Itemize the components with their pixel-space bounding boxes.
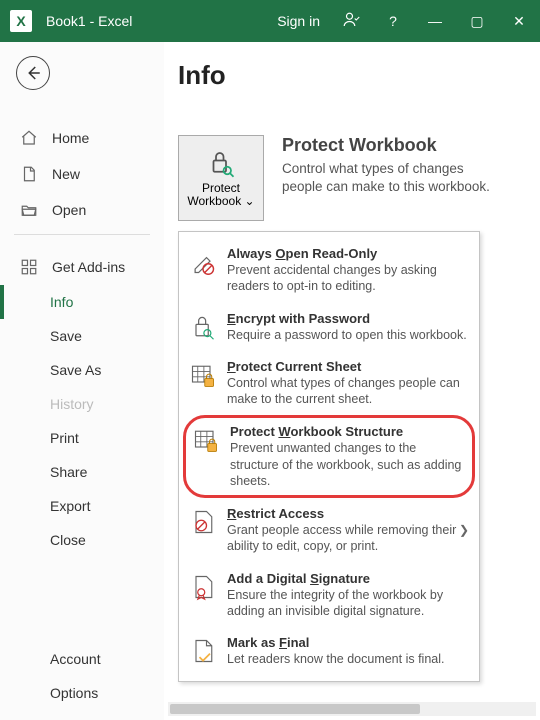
excel-app-icon: X [10, 10, 32, 32]
menu-item-desc: Grant people access while removing their… [227, 522, 469, 555]
protect-workbook-menu: Always Open Read-Only Prevent accidental… [178, 231, 480, 682]
restrict-access-icon [189, 506, 217, 538]
menu-item-title: Restrict Access [227, 506, 469, 521]
nav-save[interactable]: Save [0, 319, 164, 353]
menu-item-desc: Let readers know the document is final. [227, 651, 469, 667]
nav-label: Open [52, 202, 86, 218]
menu-item-desc: Control what types of changes people can… [227, 375, 469, 408]
nav-export[interactable]: Export [0, 489, 164, 523]
menu-add-digital-signature[interactable]: Add a Digital Signature Ensure the integ… [183, 563, 475, 628]
menu-protect-current-sheet[interactable]: Protect Current Sheet Control what types… [183, 351, 475, 416]
horizontal-scrollbar[interactable] [168, 702, 536, 716]
backstage-sidebar: Home New Open Get Add-ins Info Save Save… [0, 42, 164, 720]
protect-tile-label: Protect Workbook ⌄ [179, 182, 263, 208]
section-title: Protect Workbook [282, 135, 502, 156]
signature-icon [189, 571, 217, 603]
menu-item-title: Protect Current Sheet [227, 359, 469, 374]
nav-close[interactable]: Close [0, 523, 164, 557]
minimize-icon[interactable]: — [424, 13, 446, 29]
menu-restrict-access[interactable]: Restrict Access Grant people access whil… [183, 498, 475, 563]
menu-encrypt-with-password[interactable]: Encrypt with Password Require a password… [183, 303, 475, 351]
nav-options[interactable]: Options [0, 676, 164, 710]
nav-print[interactable]: Print [0, 421, 164, 455]
maximize-icon[interactable]: ▢ [466, 13, 488, 30]
window-title: Book1 - Excel [42, 13, 132, 29]
nav-home[interactable]: Home [0, 120, 164, 156]
separator [14, 234, 150, 235]
page-title: Info [178, 60, 540, 91]
protect-structure-icon [192, 424, 220, 456]
nav-history: History [0, 387, 164, 421]
nav-account[interactable]: Account [0, 642, 164, 676]
main-panel: Info Protect Workbook ⌄ Protect Workbook… [164, 42, 540, 720]
nav-label: Home [52, 130, 89, 146]
encrypt-icon [189, 311, 217, 343]
menu-item-title: Always Open Read-Only [227, 246, 469, 261]
nav-save-as[interactable]: Save As [0, 353, 164, 387]
menu-item-desc: Ensure the integrity of the workbook by … [227, 587, 469, 620]
menu-mark-as-final[interactable]: Mark as Final Let readers know the docum… [183, 627, 475, 675]
nav-share[interactable]: Share [0, 455, 164, 489]
menu-item-desc: Prevent accidental changes by asking rea… [227, 262, 469, 295]
lock-search-icon [206, 148, 236, 178]
menu-item-title: Mark as Final [227, 635, 469, 650]
read-only-icon [189, 246, 217, 278]
section-description: Control what types of changes people can… [282, 160, 502, 196]
mark-final-icon [189, 635, 217, 667]
menu-item-title: Encrypt with Password [227, 311, 469, 326]
nav-new[interactable]: New [0, 156, 164, 192]
nav-label: New [52, 166, 80, 182]
nav-get-addins[interactable]: Get Add-ins [0, 249, 164, 285]
back-button[interactable] [16, 56, 50, 90]
account-icon[interactable] [340, 11, 362, 32]
submenu-arrow-icon: ❯ [459, 523, 469, 537]
close-icon[interactable]: ✕ [508, 13, 530, 30]
menu-item-desc: Prevent unwanted changes to the structur… [230, 440, 466, 489]
protect-sheet-icon [189, 359, 217, 391]
titlebar: X Book1 - Excel Sign in ? — ▢ ✕ [0, 0, 540, 42]
sign-in-button[interactable]: Sign in [277, 13, 320, 29]
menu-protect-workbook-structure[interactable]: Protect Workbook Structure Prevent unwan… [183, 415, 475, 498]
menu-item-title: Protect Workbook Structure [230, 424, 466, 439]
nav-info[interactable]: Info [0, 285, 164, 319]
nav-open[interactable]: Open [0, 192, 164, 228]
menu-item-desc: Require a password to open this workbook… [227, 327, 469, 343]
help-icon[interactable]: ? [382, 13, 404, 29]
menu-item-title: Add a Digital Signature [227, 571, 469, 586]
protect-workbook-button[interactable]: Protect Workbook ⌄ [178, 135, 264, 221]
nav-label: Get Add-ins [52, 259, 125, 275]
menu-always-open-read-only[interactable]: Always Open Read-Only Prevent accidental… [183, 238, 475, 303]
scrollbar-thumb[interactable] [170, 704, 420, 714]
